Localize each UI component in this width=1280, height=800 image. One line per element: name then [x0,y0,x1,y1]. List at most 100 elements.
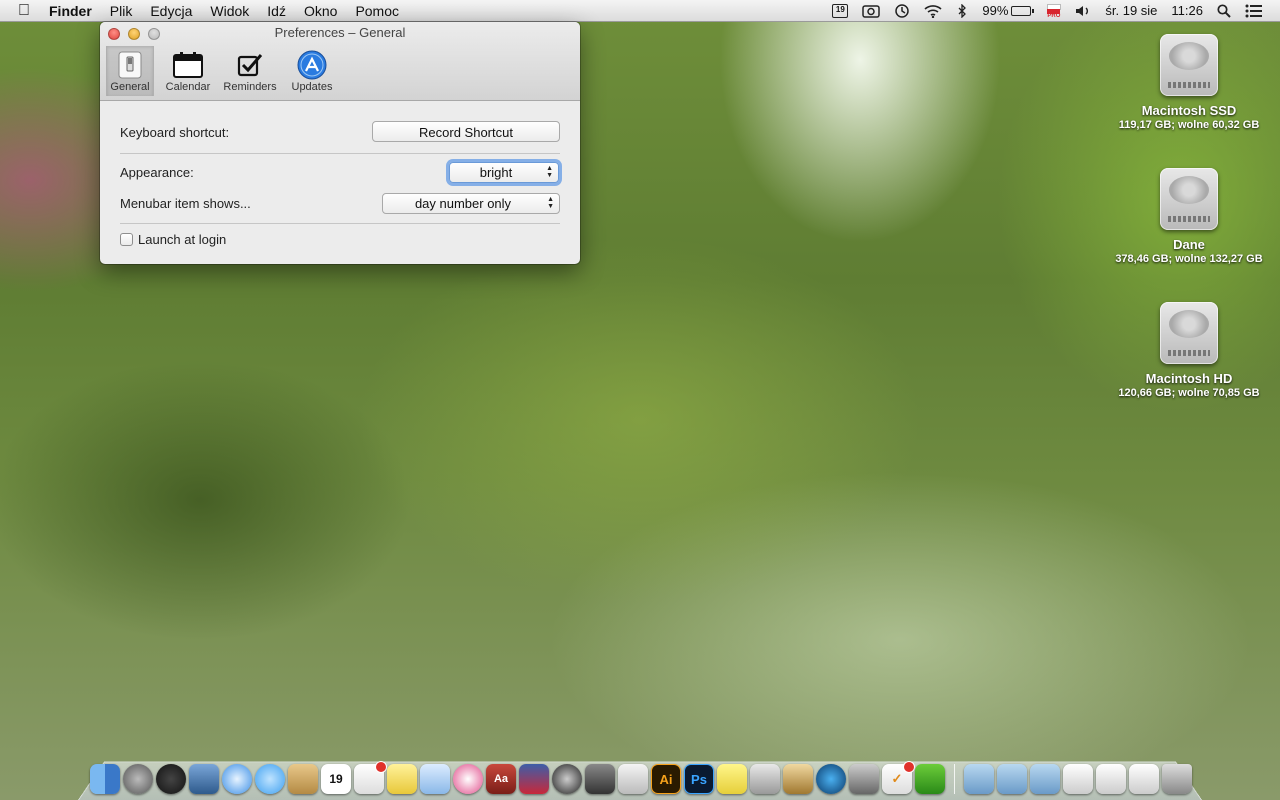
downloads-folder-icon[interactable] [1030,764,1060,794]
launchpad-icon[interactable] [123,764,153,794]
dashboard-icon[interactable] [156,764,186,794]
wifi-icon[interactable] [917,0,949,22]
battery-status[interactable]: 99% [975,0,1038,22]
flag-pro-label: PRO [1047,12,1061,19]
tab-calendar[interactable]: Calendar [160,46,216,96]
record-shortcut-button[interactable]: Record Shortcut [372,121,560,142]
disk-info: 378,46 GB; wolne 132,27 GB [1115,253,1263,265]
tab-updates[interactable]: Updates [284,46,340,96]
checklist-app-icon[interactable]: ✓ [882,761,915,794]
calendar-day-badge: 19 [832,3,849,18]
maps-icon[interactable] [420,764,450,794]
apple-menu-icon[interactable]:  [0,0,40,22]
dictionary-label: Aa [493,773,509,785]
menu-window[interactable]: Okno [295,0,346,22]
launch-at-login-label: Launch at login [138,232,227,247]
menubar-item-value: day number only [414,196,512,211]
menubar-item-popup[interactable]: day number only ▲ ▼ [382,193,560,214]
menu-bar:  Finder Plik Edycja Widok Idź Okno Pomo… [0,0,1280,22]
desktop-disk-macintosh-hd[interactable]: Macintosh HD 120,66 GB; wolne 70,85 GB [1109,302,1269,400]
battery-icon [1011,5,1035,16]
messages-icon[interactable] [255,764,285,794]
utility-app-icon[interactable] [585,764,615,794]
preferences-toolbar: General Calendar Reminders Updates [106,46,346,96]
dock-separator [954,764,955,794]
menu-help[interactable]: Pomoc [346,0,408,22]
itunes-icon[interactable] [453,764,483,794]
menu-view[interactable]: Widok [201,0,258,22]
tab-general-label: General [110,81,150,93]
preferences-window: Preferences – General General Calendar R… [100,22,580,264]
photoshop-label: Ps [691,771,707,787]
appearance-popup[interactable]: bright ▲ ▼ [449,162,559,183]
preview-icon[interactable] [750,764,780,794]
notification-center-icon[interactable] [1238,0,1270,22]
document-stack-icon-3[interactable] [1129,764,1159,794]
calendar-status-icon[interactable]: 19 [825,0,855,22]
time-machine-icon[interactable] [887,0,917,22]
tab-general[interactable]: General [106,46,154,96]
photoshop-icon[interactable]: Ps [684,764,714,794]
disk-name: Macintosh HD [1145,371,1233,386]
documents-folder-icon[interactable] [997,764,1027,794]
tab-reminders[interactable]: Reminders [222,46,278,96]
browser-app-icon[interactable] [816,764,846,794]
document-stack-icon-2[interactable] [1096,764,1126,794]
app-store-icon [296,50,328,80]
dock-calendar-day: 19 [329,772,343,786]
quill-app-icon[interactable] [552,764,582,794]
illustrator-label: Ai [659,771,673,787]
desktop-disk-macintosh-ssd[interactable]: Macintosh SSD 119,17 GB; wolne 60,32 GB [1109,34,1269,132]
contacts-icon[interactable] [288,764,318,794]
window-title: Preferences – General [274,25,406,40]
disk-name: Macintosh SSD [1141,103,1237,118]
volume-icon[interactable] [1068,0,1098,22]
reminders-app-icon[interactable] [354,761,387,794]
system-preferences-icon[interactable] [849,764,879,794]
notification-badge [903,761,915,773]
bluetooth-icon[interactable] [949,0,975,22]
finder-icon[interactable] [90,764,120,794]
divider [120,153,560,154]
menu-date[interactable]: śr. 19 sie [1098,0,1164,22]
appearance-value: bright [479,165,513,180]
spotlight-icon[interactable] [1210,0,1238,22]
applications-folder-icon[interactable] [964,764,994,794]
checkmark-icon [234,50,266,80]
switch-icon [114,50,146,80]
calculator-icon[interactable] [618,764,648,794]
document-stack-icon[interactable] [1063,764,1093,794]
safari-icon[interactable] [222,764,252,794]
dictionary-icon[interactable]: Aa [486,764,516,794]
screenshot-status-icon[interactable] [855,0,887,22]
disk-name: Dane [1173,237,1205,252]
menu-time[interactable]: 11:26 [1164,0,1210,22]
stickies-icon[interactable] [717,764,747,794]
magnifier-app-icon[interactable] [783,764,813,794]
window-titlebar: Preferences – General General Calendar R… [100,22,580,101]
hard-drive-icon [1160,34,1218,96]
launch-at-login-checkbox[interactable] [120,233,133,246]
tab-reminders-label: Reminders [223,81,277,93]
desktop-disk-dane[interactable]: Dane 378,46 GB; wolne 132,27 GB [1109,168,1269,266]
hard-drive-icon [1160,302,1218,364]
uk-flag-icon[interactable] [519,764,549,794]
mission-control-icon[interactable] [189,764,219,794]
notes-icon[interactable] [387,764,417,794]
trash-icon[interactable] [1162,764,1192,794]
illustrator-icon[interactable]: Ai [651,764,681,794]
menu-go[interactable]: Idź [258,0,295,22]
menu-file[interactable]: Plik [101,0,142,22]
menu-edit[interactable]: Edycja [141,0,201,22]
evernote-icon[interactable] [915,764,945,794]
keyboard-shortcut-label: Keyboard shortcut: [120,125,230,140]
general-pane: Keyboard shortcut: Record Shortcut Appea… [100,101,580,264]
calendar-app-icon[interactable]: 19 [321,764,351,794]
input-source-flag-icon[interactable]: PRO [1038,0,1068,22]
appearance-label: Appearance: [120,165,194,180]
disk-info: 119,17 GB; wolne 60,32 GB [1118,119,1260,131]
menubar-item-label: Menubar item shows... [120,196,251,211]
divider [120,223,560,224]
menu-app-name[interactable]: Finder [40,0,101,22]
disk-info: 120,66 GB; wolne 70,85 GB [1118,387,1260,399]
